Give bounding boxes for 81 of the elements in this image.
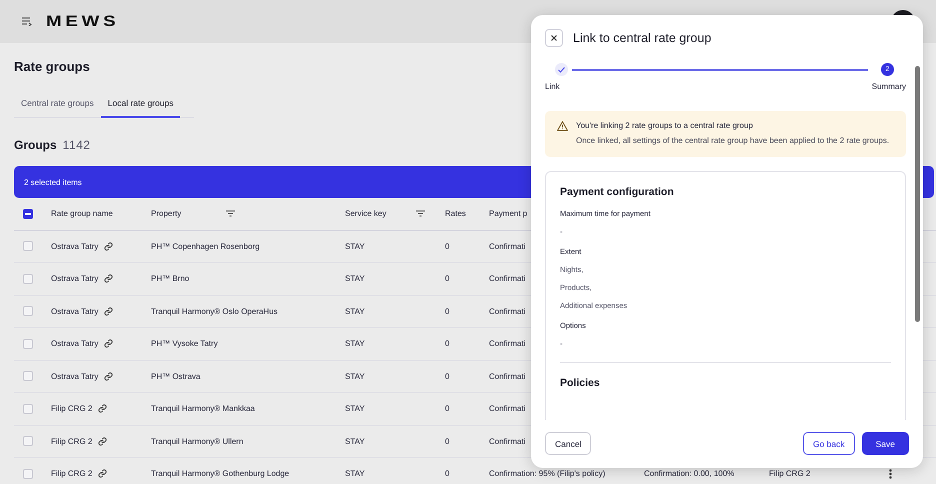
table-cell: Confirmation: 0.00, 100% (644, 469, 734, 478)
table-cell: Confirmati (489, 306, 526, 316)
column-header[interactable]: Rates (445, 209, 466, 218)
save-button[interactable]: Save (862, 432, 909, 455)
table-cell: Confirmati (489, 372, 526, 381)
table-cell: PH™ Vysoke Tatry (151, 339, 218, 348)
table-cell: Confirmati (489, 242, 526, 251)
table-cell: 0 (445, 339, 450, 348)
table-cell: Confirmati (489, 436, 526, 446)
row-checkbox[interactable] (23, 371, 33, 382)
table-cell: STAY (345, 274, 365, 284)
cancel-button[interactable]: Cancel (545, 432, 592, 455)
row-checkbox[interactable] (23, 468, 33, 479)
table-cell: Ostrava Tatry (51, 242, 98, 251)
table-cell: STAY (345, 469, 365, 478)
scrollbar-thumb[interactable] (915, 66, 920, 322)
table-cell: Confirmati (489, 404, 526, 414)
step-label: Summary (872, 82, 906, 91)
warning-title: You're linking 2 rate groups to a central rate group (576, 121, 754, 130)
table-cell: 0 (445, 242, 450, 251)
table-cell: Filip CRG 2 (51, 469, 92, 478)
table-cell: 0 (445, 274, 450, 284)
dialog-title: Link to central rate group (573, 31, 712, 45)
table-cell: Ostrava Tatry (51, 306, 98, 316)
table-cell: Filip CRG 2 (769, 469, 810, 478)
table-cell: PH™ Copenhagen Rosenborg (151, 242, 260, 251)
filter-icon[interactable] (226, 210, 235, 218)
table-cell: STAY (345, 339, 365, 348)
table-cell: Confirmati (489, 339, 526, 348)
row-checkbox[interactable] (23, 436, 33, 446)
logo: MEWS (46, 13, 120, 30)
table-cell: STAY (345, 372, 365, 381)
row-checkbox[interactable] (23, 241, 33, 252)
filter-icon[interactable] (416, 210, 425, 218)
section-title: Groups (14, 138, 57, 152)
row-checkbox[interactable] (23, 404, 33, 414)
section-title: Payment configuration (560, 186, 675, 198)
table-cell: Confirmati (489, 274, 526, 284)
row-checkbox[interactable] (23, 338, 33, 349)
table-cell: 0 (445, 404, 450, 414)
table-cell: STAY (345, 306, 365, 316)
table-cell: Confirmation: 95% (Filip's policy) (489, 469, 606, 478)
tab[interactable]: Local rate groups (100, 92, 180, 118)
table-cell: PH™ Brno (151, 274, 190, 284)
table-cell: Filip CRG 2 (51, 436, 92, 446)
close-icon (551, 35, 557, 41)
table-cell: STAY (345, 242, 365, 251)
table-cell: 0 (445, 372, 450, 381)
warning-text: Once linked, all settings of the central rate group have been applied to the 2 rate groups. (576, 135, 890, 147)
selection-count: 2 selected items (24, 178, 82, 186)
step-label: Link (545, 82, 560, 91)
select-all-checkbox[interactable] (23, 208, 33, 219)
table-cell: STAY (345, 436, 365, 446)
group-count: 1142 (62, 138, 90, 152)
warning-icon (557, 121, 568, 131)
table-cell: STAY (345, 404, 365, 414)
back-button[interactable]: Go back (802, 432, 855, 455)
table-cell: 0 (445, 469, 450, 478)
table-cell: Ostrava Tatry (51, 274, 98, 284)
table-cell: Ostrava Tatry (51, 339, 98, 348)
table-cell: Tranquil Harmony® Mankkaa (151, 404, 255, 414)
column-header[interactable]: Payment p (489, 209, 528, 218)
column-header[interactable]: Property (151, 209, 182, 218)
column-header[interactable]: Rate group name (51, 209, 113, 218)
column-header[interactable]: Service key (345, 209, 386, 218)
table-cell: 0 (445, 436, 450, 446)
table-cell: PH™ Ostrava (151, 372, 200, 381)
table-cell: Tranquil Harmony® Ullern (151, 436, 244, 446)
table-cell: Filip CRG 2 (51, 404, 92, 414)
table-cell: Tranquil Harmony® Oslo OperaHus (151, 306, 278, 316)
menu-icon[interactable] (22, 17, 32, 26)
table-cell: 0 (445, 306, 450, 316)
table-cell: Tranquil Harmony® Gothenburg Lodge (151, 469, 290, 478)
close-button[interactable] (545, 29, 563, 47)
tab[interactable]: Central rate groups (14, 92, 101, 118)
row-checkbox[interactable] (23, 306, 33, 316)
table-cell: Ostrava Tatry (51, 372, 98, 381)
page-title: Rate groups (14, 59, 90, 74)
row-checkbox[interactable] (23, 274, 33, 284)
more-icon[interactable] (889, 468, 892, 479)
section-title: Policies (560, 377, 601, 389)
